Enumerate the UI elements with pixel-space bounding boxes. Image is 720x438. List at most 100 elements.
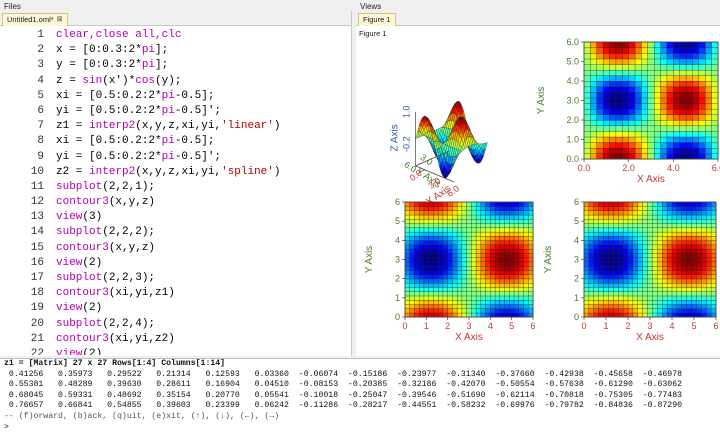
y-tick-label: 5 [574, 216, 579, 226]
code-line[interactable]: 13 view(3) [0, 210, 351, 225]
code-line[interactable]: 18 contour3(xi,yi,z1) [0, 286, 351, 301]
line-number: 14 [30, 226, 44, 239]
heatmap-cell [603, 299, 609, 305]
heatmap-cell [685, 91, 693, 99]
heatmap-cell [660, 91, 668, 99]
heatmap-cell [652, 227, 658, 233]
heatmap-cell [652, 223, 658, 229]
console-prompt[interactable]: > [0, 423, 720, 434]
figure-canvas[interactable]: 1.0-0.2Z Axis6.0 3.0 0.0Y Axis0.03.06.0X A… [356, 26, 720, 356]
heatmap-cell [711, 86, 719, 93]
heatmap-cell [711, 47, 719, 54]
heatmap-cell [593, 261, 600, 267]
code-line[interactable]: 1 clear,close all,clc [0, 28, 351, 43]
console-output[interactable]: z1 = [Matrix] 27 x 27 Rows[1:4] Columns[… [0, 358, 720, 438]
heatmap-cell [442, 235, 449, 241]
heatmap-cell [590, 41, 598, 49]
heatmap-cell [641, 97, 649, 104]
heatmap-cell [705, 103, 713, 110]
heatmap-cell [662, 274, 668, 280]
heatmap-cell [466, 235, 472, 241]
tab-figure-1[interactable]: Figure 1 [358, 13, 396, 26]
code-line[interactable]: 11 subplot(2,2,1); [0, 180, 351, 195]
heatmap-cell [433, 304, 439, 309]
heatmap-cell [615, 75, 623, 82]
heatmap-cell [523, 240, 529, 246]
heatmap-cell [583, 261, 590, 267]
heatmap-cell [583, 308, 590, 314]
code-line[interactable]: 9 yi = [0.5:0.2:2*pi-0.5]'; [0, 150, 351, 165]
tab-untitled1-oml[interactable]: Untitled1.oml* ⊠ [2, 13, 68, 26]
code-line[interactable]: 2x = [0:0.3:2*pi]; [0, 43, 351, 58]
heatmap-cell [404, 210, 411, 216]
heatmap-cell [475, 282, 482, 288]
heatmap-cell [504, 218, 510, 224]
code-editor[interactable]: 1 clear,close all,clc 2 x = [0:0.3:2*pi]; 3 y… [0, 28, 351, 355]
heatmap-cell [632, 257, 639, 263]
heatmap-cell [647, 214, 653, 220]
heatmap-cell [518, 274, 524, 280]
code-line[interactable]: 7 z1 = interp2(x,y,z,xi,yi,'linear') [0, 119, 351, 134]
heatmap-cell [409, 235, 415, 241]
heatmap-cell [513, 227, 520, 233]
code-line[interactable]: 14 subplot(2,2,2); [0, 225, 351, 240]
heatmap-cell [706, 265, 712, 271]
heatmap-cell [666, 261, 673, 267]
heatmap-cell [642, 248, 649, 254]
code-line[interactable]: 4z = sin(x')*cos(y); [0, 74, 351, 89]
heatmap-cell [662, 299, 668, 305]
heatmap-cell [456, 261, 463, 267]
heatmap-cell [433, 252, 439, 258]
heatmap-cell [705, 80, 713, 88]
heatmap-cell [475, 274, 482, 280]
heatmap-cell [613, 210, 619, 216]
heatmap-cell [627, 240, 634, 246]
heatmap-cell [602, 108, 610, 115]
code-line[interactable]: 3y = [0:0.3:2*pi]; [0, 58, 351, 73]
heatmap-cell [647, 114, 655, 121]
code-token: (xi,yi,z1) [108, 287, 175, 300]
code-token: subplot [56, 180, 103, 193]
line-number: 10 [30, 165, 44, 178]
heatmap-cell [711, 41, 719, 49]
heatmap-cell [499, 269, 506, 275]
heatmap-cell [447, 227, 453, 233]
code-text: subplot(2,2,2); [56, 225, 155, 240]
heatmap-cell [423, 244, 430, 250]
code-line[interactable]: 20 subplot(2,2,4); [0, 317, 351, 332]
code-line[interactable]: 8 xi = [0.5:0.2:2*pi-0.5]; [0, 134, 351, 149]
code-line[interactable]: 6 yi = [0.5:0.2:2*pi-0.5]'; [0, 104, 351, 119]
code-line[interactable]: 21 contour3(xi,yi,z2) [0, 332, 351, 347]
heatmap-cell [696, 248, 702, 254]
heatmap-cell [608, 227, 614, 233]
heatmap-cell [598, 252, 605, 258]
heatmap-cell [622, 235, 629, 241]
close-icon[interactable]: ⊠ [57, 14, 63, 26]
heatmap-cell [657, 244, 663, 250]
code-line[interactable]: 12 contour3(x,y,z) [0, 195, 351, 210]
heatmap-cell [647, 240, 653, 246]
code-line[interactable]: 5 xi = [0.5:0.2:2*pi-0.5]; [0, 89, 351, 104]
heatmap-cell [662, 248, 668, 254]
line-number: 2 [37, 44, 44, 57]
heatmap-cell [647, 261, 653, 267]
code-line[interactable]: 16 view(2) [0, 256, 351, 271]
heatmap-cell [509, 308, 515, 314]
code-line[interactable]: 22 view(2) [0, 347, 351, 355]
code-line[interactable]: 15 contour3(x,y,z) [0, 241, 351, 256]
heatmap-cell [583, 86, 591, 93]
heatmap-cell [662, 210, 668, 216]
heatmap-cell [671, 210, 678, 216]
heatmap-cell [419, 308, 425, 314]
heatmap-cell [647, 58, 655, 65]
heatmap-cell [698, 47, 706, 54]
heatmap-cell [654, 114, 662, 121]
heatmap-cell [423, 269, 430, 275]
code-line[interactable]: 17 subplot(2,2,3); [0, 271, 351, 286]
heatmap-cell [622, 244, 629, 250]
heatmap-cell [609, 41, 617, 49]
code-text: yi = [0.5:0.2:2*pi-0.5]'; [56, 150, 221, 165]
heatmap-cell [461, 278, 468, 284]
code-line[interactable]: 19 view(2) [0, 301, 351, 316]
code-line[interactable]: 10 z2 = interp2(x,y,z,xi,yi,'spline') [0, 165, 351, 180]
